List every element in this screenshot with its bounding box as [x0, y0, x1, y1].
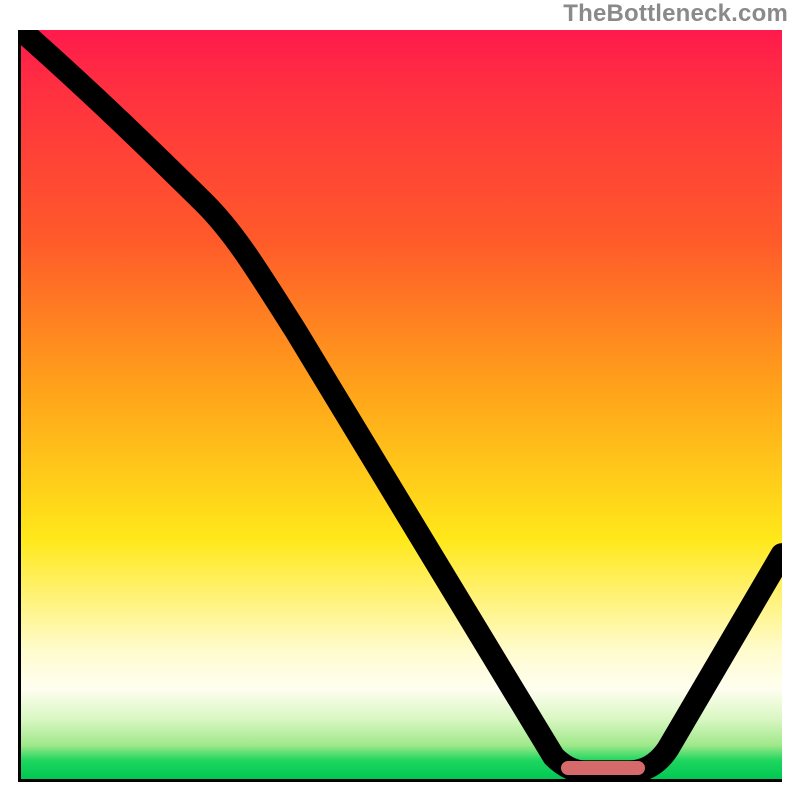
plot-area: [18, 30, 782, 782]
attribution-text: TheBottleneck.com: [563, 0, 788, 28]
heat-gradient-background: [21, 30, 782, 779]
chart-canvas: TheBottleneck.com: [0, 0, 800, 800]
